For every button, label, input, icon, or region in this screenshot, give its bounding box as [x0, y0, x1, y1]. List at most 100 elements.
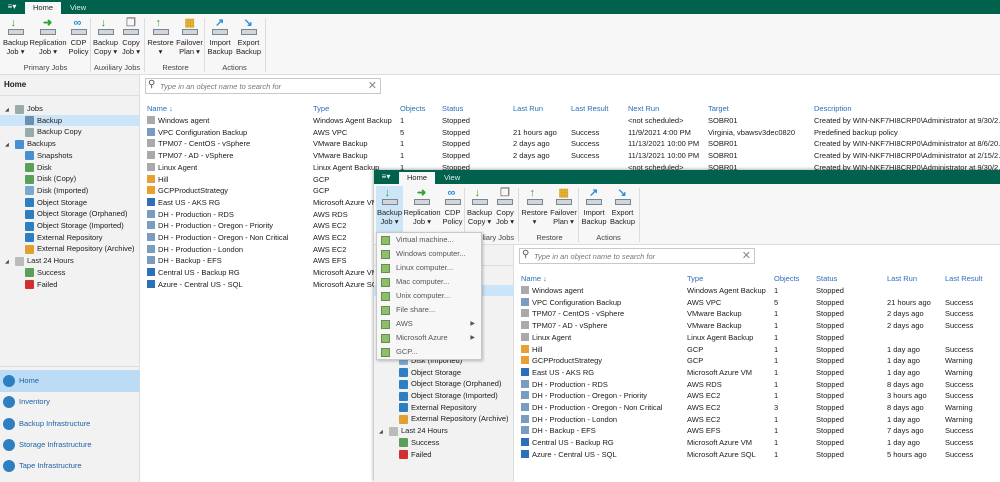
column-header-target[interactable]: Target — [708, 104, 729, 114]
tree-item-external-repository-archive[interactable]: External Repository (Archive) — [0, 243, 140, 254]
linux-computer-icon — [381, 264, 390, 273]
cell-text: 1 — [774, 414, 779, 424]
cell-text: <not scheduled> — [628, 116, 684, 125]
backup-job-button[interactable]: ↓ Backup Job ▾ — [2, 16, 29, 62]
column-header-last-result[interactable]: Last Result — [571, 104, 609, 114]
replication-job-button[interactable]: ➜ Replication Job ▾ — [29, 16, 67, 62]
column-header-next-run[interactable]: Next Run — [628, 104, 659, 114]
cell-text: 2 days ago — [513, 139, 550, 149]
nav-backup-infrastructure[interactable]: Backup Infrastructure — [0, 413, 140, 435]
column-header-status[interactable]: Status — [816, 274, 837, 284]
menu-item-virtual-machine[interactable]: Virtual machine... — [377, 233, 481, 247]
backup-copy-button[interactable]: ↓ Backup Copy ▾ — [92, 16, 119, 62]
export-backup-button[interactable]: ↘ Export Backup — [608, 186, 637, 232]
tree-item-snapshots[interactable]: Snapshots — [0, 150, 140, 161]
cell-text: 8 days ago — [887, 403, 924, 412]
table-row[interactable] — [515, 344, 1000, 355]
import-backup-button[interactable]: ↗ Import Backup — [206, 16, 234, 62]
tree-item-last-24-hours[interactable]: ◢ Last 24 Hours — [0, 255, 140, 266]
tree-item-external-repository[interactable]: External Repository — [0, 232, 140, 243]
menu-item-gcp[interactable]: GCP... — [377, 345, 481, 359]
import-backup-button[interactable]: ↗ Import Backup — [580, 186, 608, 232]
nav-inventory[interactable]: Inventory — [0, 391, 140, 413]
tree-item-success[interactable]: Success — [374, 437, 514, 448]
cell-text: Stopped — [816, 344, 844, 354]
export-backup-icon: ↘ — [240, 18, 258, 36]
cell-text: Stopped — [816, 426, 844, 436]
tree-item-external-repository[interactable]: External Repository — [374, 402, 514, 413]
column-header-objects[interactable]: Objects — [774, 274, 799, 284]
copy-job-button[interactable]: ❐ Copy Job ▾ — [120, 16, 142, 62]
nav-tape-infrastructure[interactable]: Tape Infrastructure — [0, 455, 140, 477]
cell-status: Stopped — [816, 332, 844, 343]
tree-item-external-repository-archive[interactable]: External Repository (Archive) — [374, 413, 514, 424]
search-input[interactable]: Type in an object name to search for — [534, 251, 734, 262]
tree-item-object-storage-orphaned[interactable]: Object Storage (Orphaned) — [0, 208, 140, 219]
column-header-type[interactable]: Type — [687, 274, 703, 284]
tree-item-backups[interactable]: ◢Backups — [0, 138, 140, 149]
tree-item-jobs[interactable]: ◢Jobs — [0, 103, 140, 114]
clear-search-icon[interactable]: ✕ — [368, 79, 377, 93]
cdp-policy-button[interactable]: ∞ CDP Policy — [68, 16, 89, 62]
tree-item-backup[interactable]: Backup — [0, 114, 140, 126]
tab-home[interactable]: Home — [399, 172, 436, 184]
tree-item-failed[interactable]: Failed — [0, 279, 140, 290]
backup-copy-button[interactable]: ↓ Backup Copy ▾ — [466, 186, 493, 232]
cell-text: Success — [945, 344, 974, 354]
tree-item-disk[interactable]: Disk — [0, 162, 140, 173]
main-menu-button[interactable]: ≡▾ — [2, 1, 22, 13]
nav-home[interactable]: Home — [0, 370, 140, 392]
tree-item-object-storage-imported[interactable]: Object Storage (Imported) — [0, 220, 140, 231]
tab-view[interactable]: View — [62, 2, 94, 14]
tree-item-failed[interactable]: Failed — [374, 449, 514, 460]
tree-item-success[interactable]: Success — [0, 267, 140, 278]
menu-item-linux-computer[interactable]: Linux computer... — [377, 261, 481, 275]
tree-item-object-storage-imported[interactable]: Object Storage (Imported) — [374, 390, 514, 401]
tree-item-backup-copy[interactable]: Backup Copy — [0, 126, 140, 137]
tab-home[interactable]: Home — [25, 2, 62, 14]
column-header-last-run[interactable]: Last Run — [513, 104, 543, 114]
column-header-description[interactable]: Description — [814, 104, 852, 114]
copy-job-button[interactable]: ❐ Copy Job ▾ — [494, 186, 516, 232]
tree-item-disk-imported[interactable]: Disk (Imported) — [0, 185, 140, 196]
backup-job-button[interactable]: ↓ Backup Job ▾ — [376, 186, 403, 232]
cell-text: Stopped — [816, 286, 844, 295]
export-backup-button[interactable]: ↘ Export Backup — [234, 16, 263, 62]
search-input[interactable]: Type in an object name to search for — [160, 81, 360, 92]
clear-search-icon[interactable]: ✕ — [742, 249, 751, 263]
table-row[interactable] — [515, 332, 1000, 343]
main-menu-button[interactable]: ≡▾ — [376, 171, 396, 183]
cell-text: AWS EFS — [687, 426, 721, 436]
column-header-status[interactable]: Status — [442, 104, 463, 114]
cdp-policy-button[interactable]: ∞ CDP Policy — [442, 186, 463, 232]
restore-button[interactable]: ↑ Restore ▾ — [521, 186, 548, 232]
menu-item-file-share[interactable]: File share... — [377, 303, 481, 317]
tree-item-disk-copy[interactable]: Disk (Copy) — [0, 173, 140, 184]
column-header-name[interactable]: Name ↓ — [521, 274, 547, 284]
tree-item-object-storage[interactable]: Object Storage — [0, 197, 140, 208]
menu-item-unix-computer[interactable]: Unix computer... — [377, 289, 481, 303]
tab-view[interactable]: View — [436, 172, 468, 184]
column-header-name[interactable]: Name ↓ — [147, 104, 173, 114]
backup-job-dropdown-menu: Virtual machine... Windows computer... Lin… — [376, 232, 482, 360]
tree-item-object-storage-orphaned[interactable]: Object Storage (Orphaned) — [374, 378, 514, 389]
arrow-glyph: ↑ — [529, 187, 536, 199]
column-header-last-result[interactable]: Last Result — [945, 274, 983, 284]
cell-name: Central US - Backup RG — [521, 437, 614, 448]
restore-button[interactable]: ↑ Restore ▾ — [147, 16, 174, 62]
failover-plan-button[interactable]: ▦ Failover Plan ▾ — [549, 186, 578, 232]
menu-item-windows-computer[interactable]: Windows computer... — [377, 247, 481, 261]
menu-item-aws[interactable]: AWS ▶ — [377, 317, 481, 331]
tree-item-last-24-hours[interactable]: ◢ Last 24 Hours — [374, 425, 514, 436]
column-header-last-run[interactable]: Last Run — [887, 274, 917, 284]
nav-storage-infrastructure[interactable]: Storage Infrastructure — [0, 434, 140, 456]
server-shape — [70, 29, 87, 35]
column-header-type[interactable]: Type — [313, 104, 329, 114]
replication-job-button[interactable]: ➜ Replication Job ▾ — [403, 186, 441, 232]
column-header-objects[interactable]: Objects — [400, 104, 425, 114]
menu-item-mac-computer[interactable]: Mac computer... — [377, 275, 481, 289]
menu-item-microsoft-azure[interactable]: Microsoft Azure ▶ — [377, 331, 481, 345]
server-shape — [526, 199, 543, 205]
tree-item-object-storage[interactable]: Object Storage — [374, 367, 514, 378]
failover-plan-button[interactable]: ▦ Failover Plan ▾ — [175, 16, 204, 62]
